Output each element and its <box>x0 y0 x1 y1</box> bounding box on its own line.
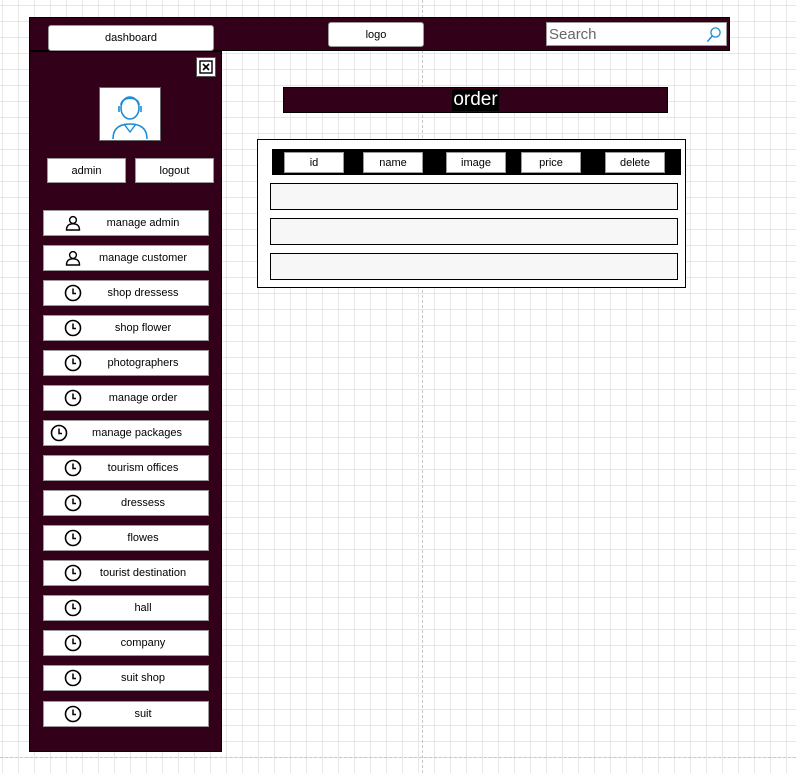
sidebar-item-manage-admin[interactable]: manage admin <box>43 210 209 236</box>
avatar <box>99 87 161 141</box>
sidebar-item-photographers[interactable]: photographers <box>43 350 209 376</box>
sidebar-item-dressess[interactable]: dressess <box>43 490 209 516</box>
sidebar-item-label: company <box>120 637 166 649</box>
sidebar-item-company[interactable]: company <box>43 630 209 656</box>
sidebar-item-flowes[interactable]: flowes <box>43 525 209 551</box>
sidebar-item-hall[interactable]: hall <box>43 595 209 621</box>
sidebar: admin logout manage admin manage custome… <box>29 51 222 752</box>
column-header-price[interactable]: price <box>521 152 581 173</box>
sidebar-item-manage-order[interactable]: manage order <box>43 385 209 411</box>
sidebar-item-manage-packages[interactable]: manage packages <box>43 420 209 446</box>
sidebar-item-label: manage order <box>108 392 178 404</box>
sidebar-item-label: manage customer <box>98 252 188 264</box>
table-row[interactable] <box>270 218 678 245</box>
sidebar-item-shop-dressess[interactable]: shop dressess <box>43 280 209 306</box>
sidebar-item-label: suit shop <box>120 672 166 684</box>
dashboard-button[interactable]: dashboard <box>48 25 214 51</box>
logo-button[interactable]: logo <box>328 22 424 47</box>
page-title-text: order <box>452 89 499 111</box>
sidebar-item-tourist-destination[interactable]: tourist destination <box>43 560 209 586</box>
column-header-name[interactable]: name <box>363 152 423 173</box>
sidebar-item-label: photographers <box>107 357 179 369</box>
search-input[interactable] <box>549 24 699 44</box>
sidebar-item-label: shop dressess <box>107 287 179 299</box>
page-title: order <box>283 87 668 113</box>
logout-button[interactable]: logout <box>135 158 214 183</box>
guide-line-horizontal <box>0 757 796 758</box>
sidebar-item-label: suit <box>134 708 152 720</box>
sidebar-item-manage-customer[interactable]: manage customer <box>43 245 209 271</box>
user-avatar-icon <box>112 96 148 140</box>
admin-button[interactable]: admin <box>47 158 126 183</box>
sidebar-item-label: manage admin <box>106 217 180 229</box>
sidebar-item-shop-flower[interactable]: shop flower <box>43 315 209 341</box>
search-box <box>546 22 727 46</box>
table-row[interactable] <box>270 253 678 280</box>
sidebar-item-label: tourism offices <box>107 462 179 474</box>
sidebar-item-suit[interactable]: suit <box>43 701 209 727</box>
close-button[interactable] <box>196 57 216 77</box>
column-header-id[interactable]: id <box>284 152 344 173</box>
close-icon <box>199 60 213 74</box>
column-header-delete[interactable]: delete <box>605 152 665 173</box>
sidebar-item-label: hall <box>134 602 152 614</box>
sidebar-item-label: shop flower <box>114 322 172 334</box>
sidebar-item-label: dressess <box>120 497 166 509</box>
table-header: id name image price delete <box>272 149 681 175</box>
sidebar-item-label: flowes <box>127 532 159 544</box>
table-row[interactable] <box>270 183 678 210</box>
column-header-image[interactable]: image <box>446 152 506 173</box>
sidebar-item-label: manage packages <box>92 427 182 439</box>
guide-line-vertical <box>422 0 423 773</box>
sidebar-item-label: tourist destination <box>99 567 187 579</box>
sidebar-item-tourism-offices[interactable]: tourism offices <box>43 455 209 481</box>
search-icon[interactable] <box>706 26 722 43</box>
sidebar-item-suit-shop[interactable]: suit shop <box>43 665 209 691</box>
order-table: id name image price delete <box>257 139 686 288</box>
top-bar: dashboard logo <box>29 17 730 51</box>
